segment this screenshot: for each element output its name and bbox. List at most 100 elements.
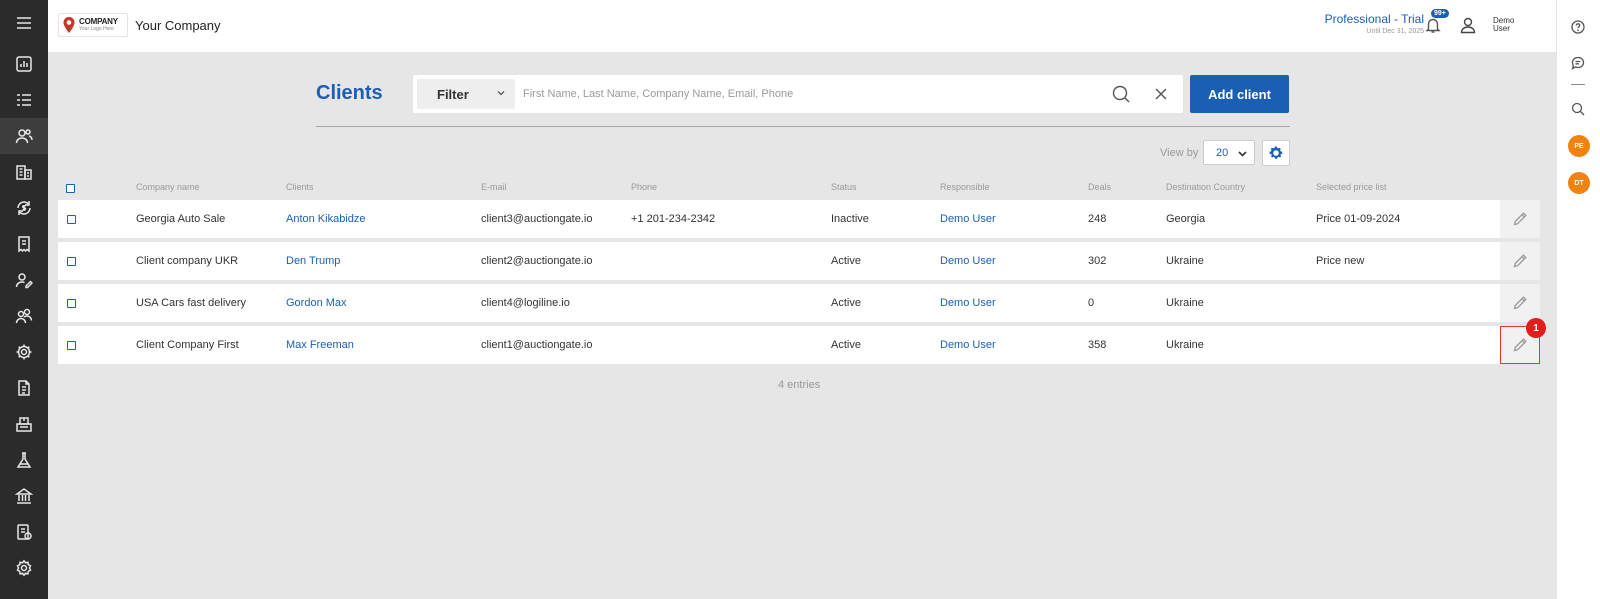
entries-count: 4 entries [778, 379, 821, 391]
bank-icon[interactable] [0, 478, 48, 514]
left-sidebar [0, 0, 48, 599]
chevron-down-icon [497, 91, 505, 96]
pencil-icon [1513, 212, 1527, 226]
search-bar: Filter [413, 75, 1183, 113]
status-cell: Active [831, 339, 861, 351]
row-checkbox[interactable] [67, 257, 76, 266]
user-name[interactable]: Demo User [1493, 17, 1523, 33]
view-by-value: 20 [1216, 147, 1229, 159]
country-cell: Ukraine [1166, 339, 1204, 351]
warehouse-icon[interactable] [0, 406, 48, 442]
divider [316, 126, 1290, 127]
client-link[interactable]: Max Freeman [286, 339, 354, 351]
menu-icon[interactable] [0, 0, 48, 46]
user-edit-icon[interactable] [0, 262, 48, 298]
logo-text: COMPANY [79, 17, 118, 26]
responsible-link[interactable]: Demo User [940, 255, 996, 267]
clients-icon[interactable] [0, 118, 48, 154]
deals-cell: 0 [1088, 297, 1095, 309]
reports-icon[interactable] [0, 514, 48, 550]
search-icon[interactable] [1112, 85, 1130, 103]
deals-cell: 358 [1088, 339, 1107, 351]
pencil-icon [1513, 254, 1527, 268]
status-cell: Active [831, 297, 861, 309]
logo-subtext: Your Logo Here [79, 26, 114, 32]
column-header-destination-country[interactable]: Destination Country [1166, 182, 1245, 192]
email-cell: client2@auctiongate.io [481, 255, 593, 267]
user-icon[interactable] [1459, 16, 1477, 34]
column-header-status[interactable]: Status [831, 182, 857, 192]
price-list-cell: Price 01-09-2024 [1316, 213, 1401, 225]
lab-icon[interactable] [0, 442, 48, 478]
table-settings-button[interactable] [1262, 140, 1290, 166]
email-cell: client1@auctiongate.io [481, 339, 593, 351]
row-checkbox[interactable] [67, 215, 76, 224]
responsible-link[interactable]: Demo User [940, 213, 996, 225]
client-link[interactable]: Anton Kikabidze [286, 213, 366, 225]
deals-cell: 248 [1088, 213, 1107, 225]
company-logo[interactable]: COMPANY Your Logo Here [58, 13, 128, 37]
responsible-link[interactable]: Demo User [940, 339, 996, 351]
bell-icon[interactable] [1424, 16, 1442, 34]
gear-icon [1269, 146, 1283, 159]
buildings-icon[interactable] [0, 154, 48, 190]
column-header-company[interactable]: Company name [136, 182, 200, 192]
list-icon[interactable] [0, 82, 48, 118]
plan-title: Professional - Trial [1324, 12, 1424, 26]
column-header-clients[interactable]: Clients [286, 182, 314, 192]
chevron-down-icon [1238, 151, 1247, 157]
company-name-cell: Client Company First [136, 339, 239, 351]
country-cell: Ukraine [1166, 255, 1204, 267]
search-icon[interactable] [1571, 102, 1585, 116]
select-all-checkbox[interactable] [66, 184, 75, 193]
country-cell: Georgia [1166, 213, 1206, 225]
step-badge: 1 [1526, 318, 1546, 338]
company-name-cell: USA Cars fast delivery [136, 297, 247, 309]
edit-button[interactable] [1500, 200, 1540, 238]
company-name: Your Company [135, 18, 221, 33]
column-header-responsible[interactable]: Responsible [940, 182, 990, 192]
view-by-select[interactable]: 20 [1203, 140, 1255, 165]
help-icon[interactable] [1571, 20, 1585, 34]
notification-badge: 99+ [1431, 9, 1449, 18]
plan-info[interactable]: Professional - Trial Until Dec 31, 2025 [1325, 12, 1424, 35]
close-icon[interactable] [1152, 85, 1170, 103]
column-header-phone[interactable]: Phone [631, 182, 657, 192]
edit-button[interactable] [1500, 284, 1540, 322]
receipt-icon[interactable] [0, 226, 48, 262]
column-header-price-list[interactable]: Selected price list [1316, 182, 1387, 192]
document-icon[interactable] [0, 370, 48, 406]
avatar[interactable]: PE [1568, 135, 1590, 157]
chat-icon[interactable] [1571, 56, 1585, 70]
table-row[interactable]: Client Company First Max Freeman client1… [58, 326, 1540, 364]
client-link[interactable]: Den Trump [286, 255, 340, 267]
pencil-icon [1513, 338, 1527, 352]
row-checkbox[interactable] [67, 299, 76, 308]
table-row[interactable]: USA Cars fast delivery Gordon Max client… [58, 284, 1540, 322]
company-name-cell: Client company UKR [136, 255, 239, 267]
client-link[interactable]: Gordon Max [286, 297, 347, 309]
avatar[interactable]: DT [1568, 172, 1590, 194]
column-header-deals[interactable]: Deals [1088, 182, 1111, 192]
status-cell: Active [831, 255, 861, 267]
top-header: COMPANY Your Logo Here Your Company Prof… [48, 0, 1556, 52]
status-cell: Inactive [831, 213, 869, 225]
users-icon[interactable] [0, 298, 48, 334]
table-row[interactable]: Client company UKR Den Trump client2@auc… [58, 242, 1540, 280]
sync-dollar-icon[interactable] [0, 190, 48, 226]
column-header-email[interactable]: E-mail [481, 182, 507, 192]
plan-until: Until Dec 31, 2025 [1366, 28, 1424, 35]
table-row[interactable]: Georgia Auto Sale Anton Kikabidze client… [58, 200, 1540, 238]
responsible-link[interactable]: Demo User [940, 297, 996, 309]
price-list-cell: Price new [1316, 255, 1365, 267]
settings-cog-icon[interactable] [0, 334, 48, 370]
edit-button[interactable] [1500, 242, 1540, 280]
dashboard-icon[interactable] [0, 46, 48, 82]
page-title: Clients [316, 82, 383, 104]
add-client-button[interactable]: Add client [1190, 75, 1289, 113]
search-input[interactable] [523, 79, 1083, 109]
row-checkbox[interactable] [67, 341, 76, 350]
email-cell: client4@logiline.io [481, 297, 570, 309]
view-by-label: View by [1160, 147, 1199, 159]
settings-icon[interactable] [0, 550, 48, 586]
